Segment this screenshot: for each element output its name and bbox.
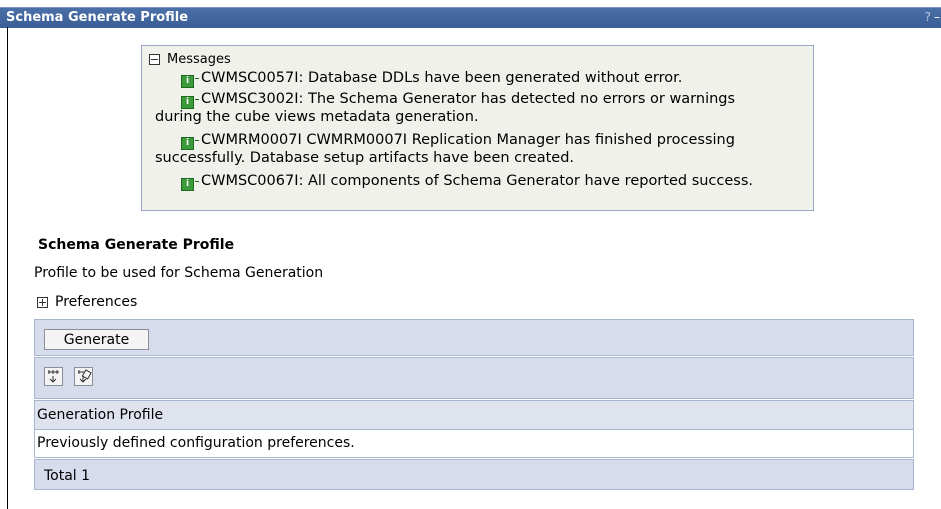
left-border [7, 27, 8, 509]
message-item: i CWMRM0007I CWMRM0007I Replication Manag… [155, 132, 735, 167]
message-text: CWMSC0057I: Database DDLs have been gene… [201, 70, 683, 86]
generate-button[interactable]: Generate [44, 329, 149, 350]
expand-icon[interactable] [37, 296, 48, 308]
messages-header[interactable]: Messages [149, 52, 231, 67]
deselect-all-icon[interactable] [74, 367, 93, 386]
messages-panel: Messages i CWMSC0057I: Database DDLs have… [141, 45, 814, 211]
message-text: CWMSC0067I: All components of Schema Gen… [201, 173, 754, 189]
message-text: CWMSC3002I: The Schema Generator has det… [201, 91, 736, 107]
table-header: Generation Profile [34, 400, 914, 430]
column-header-generation-profile[interactable]: Generation Profile [37, 407, 163, 423]
messages-title: Messages [167, 52, 231, 67]
section-title: Schema Generate Profile [38, 237, 235, 253]
preferences-label: Preferences [55, 294, 138, 310]
info-icon: i [181, 137, 194, 150]
window-title: Schema Generate Profile [6, 10, 189, 25]
info-icon: i [181, 75, 194, 88]
table-toolbar [34, 357, 914, 399]
total-count: Total 1 [44, 468, 91, 484]
table-row[interactable]: Previously defined configuration prefere… [34, 430, 914, 458]
message-item: i CWMSC3002I: The Schema Generator has de… [155, 91, 736, 126]
table-cell: Previously defined configuration prefere… [37, 435, 355, 451]
table-footer: Total 1 [34, 459, 914, 490]
info-icon: i [181, 96, 194, 109]
message-text-continued: during the cube views metadata generatio… [155, 109, 479, 125]
select-all-icon[interactable] [44, 367, 63, 386]
message-text-continued: successfully. Database setup artifacts h… [155, 150, 575, 166]
minimize-icon[interactable]: – [934, 10, 940, 24]
section-description: Profile to be used for Schema Generation [34, 265, 324, 281]
preferences-toggle[interactable]: Preferences [37, 294, 137, 310]
window-titlebar: Schema Generate Profile ? – [0, 0, 941, 28]
message-text: CWMRM0007I CWMRM0007I Replication Manage… [201, 132, 735, 148]
titlebar-bar: Schema Generate Profile ? – [0, 7, 941, 28]
collapse-icon[interactable] [149, 54, 160, 65]
message-item: i CWMSC0067I: All components of Schema Ge… [181, 173, 753, 191]
info-icon: i [181, 178, 194, 191]
help-icon[interactable]: ? [925, 10, 931, 24]
message-item: i CWMSC0057I: Database DDLs have been gen… [181, 70, 682, 88]
generate-row: Generate [34, 319, 914, 356]
